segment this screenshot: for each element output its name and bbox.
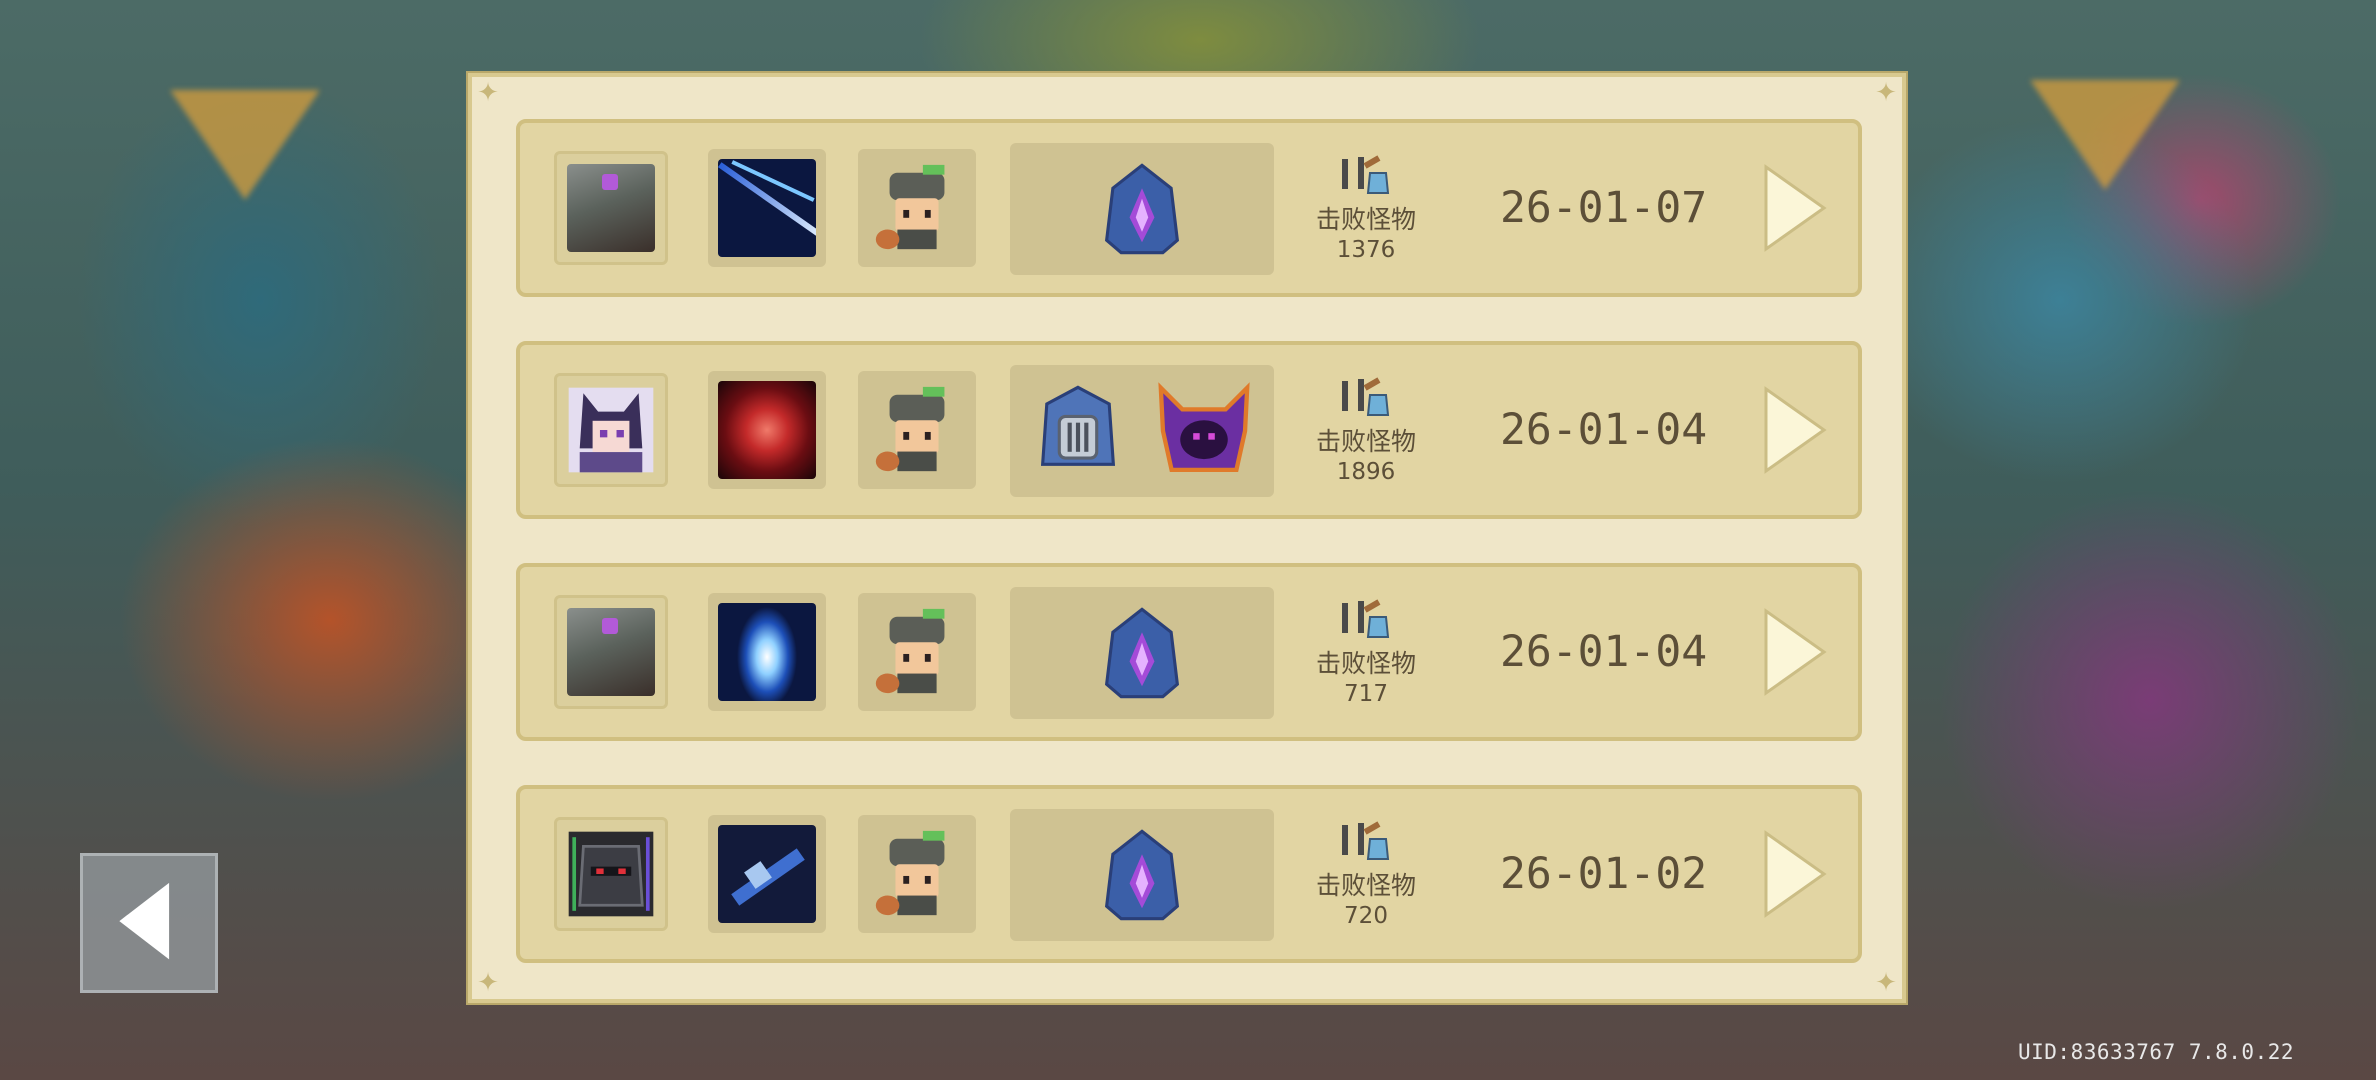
kills-label: 击败怪物 xyxy=(1315,649,1416,678)
record-row[interactable]: 击败怪物 1376 26-01-07 xyxy=(516,119,1862,297)
pet-icon xyxy=(858,371,976,489)
boss-group xyxy=(1010,365,1274,497)
hero-icon xyxy=(554,151,668,265)
record-row[interactable]: 击败怪物 717 26-01-04 xyxy=(516,563,1862,741)
play-arrow-icon[interactable] xyxy=(1760,607,1830,697)
play-arrow-icon[interactable] xyxy=(1760,829,1830,919)
pet-icon xyxy=(858,815,976,933)
purple-crystal-hooded-boss-icon xyxy=(1104,163,1180,255)
kills-label: 击败怪物 xyxy=(1315,427,1416,456)
play-arrow-icon[interactable] xyxy=(1760,163,1830,253)
play-arrow-icon[interactable] xyxy=(1760,385,1830,475)
corner-ornament: ✦ xyxy=(477,968,499,998)
boss-group xyxy=(1010,587,1274,719)
back-arrow-icon xyxy=(119,882,170,960)
sword-potion-icon xyxy=(1342,377,1390,416)
kills-count: 1376 xyxy=(1336,237,1396,263)
kills-count: 720 xyxy=(1344,903,1388,929)
boss-group xyxy=(1010,143,1274,275)
sword-potion-icon xyxy=(1342,599,1390,638)
record-row[interactable]: 击败怪物 720 26-01-02 xyxy=(516,785,1862,963)
weapon-icon xyxy=(708,815,826,933)
record-date: 26-01-07 xyxy=(1500,183,1708,233)
hero-icon xyxy=(554,817,668,931)
kills-stat: 击败怪物 720 xyxy=(1296,819,1436,931)
weapon-icon xyxy=(708,371,826,489)
kills-stat: 击败怪物 1376 xyxy=(1296,153,1436,265)
record-date: 26-01-04 xyxy=(1500,627,1708,677)
record-row[interactable]: 击败怪物 1896 26-01-04 xyxy=(516,341,1862,519)
record-date: 26-01-02 xyxy=(1500,849,1708,899)
background-bunting xyxy=(2030,80,2180,190)
pet-icon xyxy=(858,149,976,267)
kills-label: 击败怪物 xyxy=(1315,871,1416,900)
history-panel: ✦ ✦ ✦ ✦ 击败怪物 1376 26-01-07 击败怪物 1896 26-… xyxy=(468,73,1906,1003)
back-button[interactable] xyxy=(80,853,218,993)
kills-stat: 击败怪物 1896 xyxy=(1296,375,1436,487)
weapon-icon xyxy=(708,593,826,711)
corner-ornament: ✦ xyxy=(1875,78,1897,108)
record-date: 26-01-04 xyxy=(1500,405,1708,455)
kills-stat: 击败怪物 717 xyxy=(1296,597,1436,709)
kills-label: 击败怪物 xyxy=(1315,205,1416,234)
hero-icon xyxy=(554,595,668,709)
corner-ornament: ✦ xyxy=(1875,968,1897,998)
weapon-icon xyxy=(708,149,826,267)
blue-knight-boss-icon xyxy=(1040,385,1116,466)
boss-group xyxy=(1010,809,1274,941)
background-bunting xyxy=(170,90,320,200)
sword-potion-icon xyxy=(1342,821,1390,860)
kills-count: 1896 xyxy=(1336,459,1396,485)
purple-horned-boss-icon xyxy=(1158,382,1250,473)
sword-potion-icon xyxy=(1342,155,1390,194)
purple-crystal-hooded-boss-icon xyxy=(1104,829,1180,921)
hero-icon xyxy=(554,373,668,487)
pet-icon xyxy=(858,593,976,711)
uid-version-text: UID:83633767 7.8.0.22 xyxy=(2018,1040,2295,1064)
kills-count: 717 xyxy=(1344,681,1388,707)
corner-ornament: ✦ xyxy=(477,78,499,108)
purple-crystal-hooded-boss-icon xyxy=(1104,607,1180,699)
